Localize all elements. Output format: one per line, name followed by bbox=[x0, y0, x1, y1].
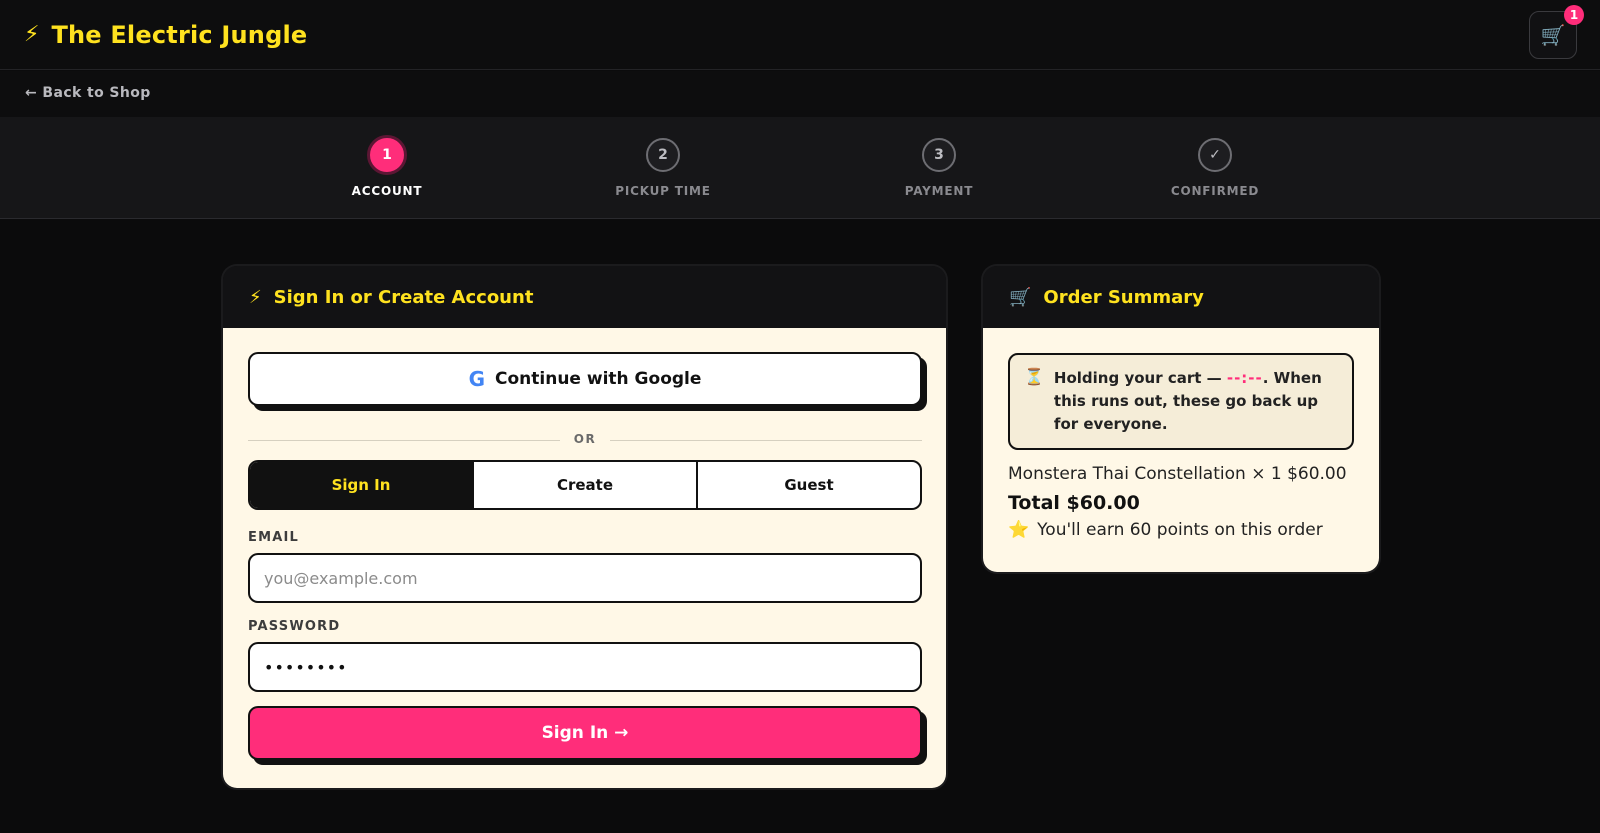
cart-hold-notice: ⏳ Holding your cart — --:--. When this r… bbox=[1008, 353, 1354, 450]
hold-timer: --:-- bbox=[1226, 369, 1263, 387]
auth-mode-tabs: Sign In Create Guest bbox=[248, 460, 922, 510]
order-summary-header: 🛒 Order Summary bbox=[983, 266, 1379, 328]
google-icon: G bbox=[468, 367, 486, 391]
google-button-label: Continue with Google bbox=[495, 369, 702, 389]
brand-name: The Electric Jungle bbox=[51, 21, 308, 49]
divider-text: OR bbox=[573, 432, 597, 446]
back-bar: ← Back to Shop bbox=[0, 71, 1600, 117]
star-icon: ⭐ bbox=[1008, 520, 1030, 540]
step-confirmed: ✓ CONFIRMED bbox=[1115, 138, 1315, 198]
step-label: CONFIRMED bbox=[1170, 184, 1260, 198]
step-label: PICKUP TIME bbox=[615, 184, 711, 198]
step-pickup-time: 2 PICKUP TIME bbox=[563, 138, 763, 198]
continue-with-google-button[interactable]: G Continue with Google bbox=[248, 352, 922, 406]
step-number: 2 bbox=[646, 138, 680, 172]
cart-icon: 🛒 bbox=[1540, 23, 1566, 47]
hold-prefix: Holding your cart — bbox=[1053, 369, 1227, 387]
points-text: You'll earn 60 points on this order bbox=[1037, 520, 1323, 540]
checkout-stepper: 1 ACCOUNT 2 PICKUP TIME 3 PAYMENT ✓ CONF… bbox=[0, 117, 1600, 219]
brand[interactable]: ⚡ The Electric Jungle bbox=[24, 20, 307, 50]
cart-count-badge: 1 bbox=[1564, 5, 1584, 25]
hold-message: Holding your cart — --:--. When this run… bbox=[1054, 367, 1338, 436]
bolt-icon: ⚡ bbox=[249, 286, 262, 308]
checkmark-icon: ✓ bbox=[1198, 138, 1232, 172]
tab-guest[interactable]: Guest bbox=[698, 462, 920, 508]
divider-line bbox=[610, 440, 922, 441]
account-card-title: Sign In or Create Account bbox=[273, 286, 534, 308]
cart-button[interactable]: 🛒 1 bbox=[1529, 5, 1584, 59]
account-card-body: G Continue with Google OR Sign In Create… bbox=[223, 328, 946, 788]
order-summary-title: Order Summary bbox=[1043, 286, 1204, 308]
account-card: ⚡ Sign In or Create Account G Continue w… bbox=[223, 266, 946, 788]
order-line-item: Monstera Thai Constellation × 1 $60.00 bbox=[1008, 464, 1347, 484]
step-number: 3 bbox=[922, 138, 956, 172]
cart-icon: 🛒 bbox=[1009, 286, 1032, 308]
password-label: PASSWORD bbox=[248, 619, 341, 634]
account-card-header: ⚡ Sign In or Create Account bbox=[223, 266, 946, 328]
step-payment: 3 PAYMENT bbox=[839, 138, 1039, 198]
step-label: ACCOUNT bbox=[351, 184, 423, 198]
password-field[interactable] bbox=[248, 642, 922, 692]
order-summary-body: ⏳ Holding your cart — --:--. When this r… bbox=[983, 328, 1379, 572]
email-field[interactable] bbox=[248, 553, 922, 603]
top-bar: ⚡ The Electric Jungle 🛒 1 bbox=[0, 0, 1600, 70]
sign-in-submit-button[interactable]: Sign In → bbox=[248, 706, 922, 760]
or-divider: OR bbox=[248, 430, 922, 450]
step-label: PAYMENT bbox=[904, 184, 974, 198]
tab-create[interactable]: Create bbox=[474, 462, 698, 508]
step-account: 1 ACCOUNT bbox=[287, 135, 487, 198]
back-to-shop-link[interactable]: ← Back to Shop bbox=[25, 85, 151, 101]
order-summary-card: 🛒 Order Summary ⏳ Holding your cart — --… bbox=[983, 266, 1379, 572]
email-label: EMAIL bbox=[248, 530, 299, 545]
tab-sign-in[interactable]: Sign In bbox=[250, 462, 474, 508]
step-number: 1 bbox=[367, 135, 407, 175]
bolt-icon: ⚡ bbox=[24, 22, 40, 47]
points-notice: ⭐ You'll earn 60 points on this order bbox=[1008, 520, 1354, 540]
hourglass-icon: ⏳ bbox=[1024, 367, 1044, 386]
order-total: Total $60.00 bbox=[1008, 492, 1140, 514]
